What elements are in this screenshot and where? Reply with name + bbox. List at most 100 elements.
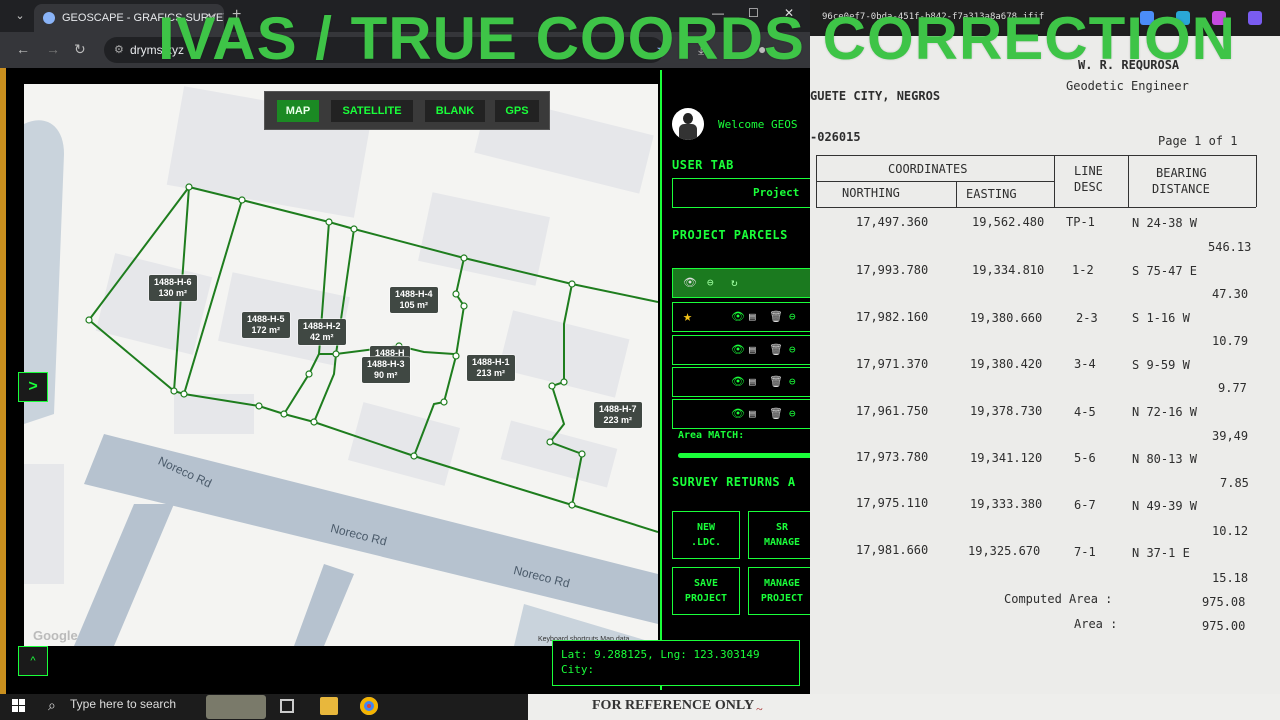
back-icon[interactable]: ← (16, 41, 30, 57)
minus-circle-icon[interactable]: ⊖ (789, 375, 796, 389)
vertex[interactable] (325, 218, 333, 226)
app-icon[interactable] (1248, 11, 1262, 25)
vertex[interactable] (255, 402, 263, 410)
bearing-cell: S 1-16 W (1132, 311, 1190, 325)
vertex[interactable] (350, 225, 358, 233)
parcel-label-1488-H-3[interactable]: 1488-H-3 90 m² (362, 357, 410, 383)
map-toggle-blank[interactable]: BLANK (425, 100, 485, 122)
task-view-icon[interactable] (280, 699, 294, 713)
document-icon[interactable]: ▤ (749, 375, 756, 389)
minus-circle-icon[interactable]: ⊖ (789, 310, 796, 324)
vertex[interactable] (548, 382, 556, 390)
parcel-label-1488-H-1[interactable]: 1488-H-1 213 m² (467, 355, 515, 381)
parcel-label-1488-H-2[interactable]: 1488-H-2 42 m² (298, 319, 346, 345)
northing-cell: 17,497.360 (856, 215, 929, 229)
computed-area-label: Computed Area : (1004, 592, 1113, 606)
signature-scribble: ~ (756, 702, 763, 716)
vertex[interactable] (546, 438, 554, 446)
file-explorer-icon[interactable] (320, 697, 338, 715)
taskbar-widget-thumbnail[interactable] (206, 695, 266, 719)
eye-icon[interactable]: 👁 (683, 276, 697, 290)
parcel-id: 1488-H-2 (303, 321, 341, 331)
vertex[interactable] (305, 370, 313, 378)
minus-circle-icon[interactable]: ⊖ (789, 407, 796, 421)
refresh-icon[interactable]: ↻ (731, 276, 738, 290)
search-icon[interactable]: ⌕ (48, 697, 56, 714)
save-project-button[interactable]: SAVE PROJECT (672, 567, 740, 615)
windows-start-icon[interactable] (12, 699, 26, 713)
parcel-id: 1488-H-3 (367, 359, 405, 369)
eye-icon[interactable]: 👁 (731, 343, 745, 357)
reload-icon[interactable]: ↻ (74, 41, 86, 58)
map-toggle-map[interactable]: MAP (277, 100, 319, 122)
easting-cell: 19,341.120 (970, 451, 1043, 465)
vertex[interactable] (185, 183, 193, 191)
vertex[interactable] (440, 398, 448, 406)
vertex[interactable] (452, 290, 460, 298)
parcel-label-1488-H-7[interactable]: 1488-H-7 223 m² (594, 402, 642, 428)
tab-list-icon[interactable]: ⌄ (10, 7, 30, 25)
coordinates-header: COORDINATES (888, 162, 968, 176)
map-type-toggle: MAP SATELLITE BLANK GPS (264, 91, 550, 130)
vertex[interactable] (310, 418, 318, 426)
vertex[interactable] (560, 378, 568, 386)
parcel-row[interactable]: 👁 ▤ 🗑 ⊖ (672, 335, 810, 365)
eye-icon[interactable]: 👁 (731, 310, 745, 324)
side-panel: Welcome GEOS USER TAB Project PROJECT PA… (660, 70, 810, 690)
engineer-title: Geodetic Engineer (1066, 79, 1189, 93)
trash-icon[interactable]: 🗑 (769, 310, 783, 324)
chrome-icon[interactable] (360, 697, 378, 715)
star-icon[interactable]: ★ (683, 309, 692, 324)
manage-project-button[interactable]: MANAGE PROJECT (748, 567, 810, 615)
parcel-label-1488-H-5[interactable]: 1488-H-5 172 m² (242, 312, 290, 338)
vertex[interactable] (460, 254, 468, 262)
parcel-id: 1488-H-4 (395, 289, 433, 299)
vertex[interactable] (180, 390, 188, 398)
line-cell: 3-4 (1074, 357, 1096, 371)
avatar[interactable] (672, 108, 704, 140)
vertex[interactable] (568, 501, 576, 509)
computed-area-value: 975.08 (1202, 595, 1246, 609)
document-icon[interactable]: ▤ (749, 407, 756, 421)
map-view[interactable]: Noreco Rd Noreco Rd Noreco Rd (24, 84, 658, 646)
area-match-progress (678, 453, 810, 458)
taskbar-search-input[interactable]: Type here to search (70, 697, 176, 711)
parcel-area: 213 m² (476, 368, 506, 378)
vertex[interactable] (170, 387, 178, 395)
new-ldc-button[interactable]: NEW .LDC. (672, 511, 740, 559)
parcel-label-1488-H-4[interactable]: 1488-H-4 105 m² (390, 287, 438, 313)
parcel-label-1488-H-6[interactable]: 1488-H-6 130 m² (149, 275, 197, 301)
eye-icon[interactable]: 👁 (731, 407, 745, 421)
parcel-row[interactable]: 👁 ▤ 🗑 ⊖ (672, 367, 810, 397)
vertex[interactable] (452, 352, 460, 360)
vertex[interactable] (578, 450, 586, 458)
trash-icon[interactable]: 🗑 (769, 375, 783, 389)
survey-returns-heading: SURVEY RETURNS A (672, 475, 796, 489)
vertex[interactable] (460, 302, 468, 310)
sr-manage-button[interactable]: SR MANAGE (748, 511, 810, 559)
forward-icon[interactable]: → (46, 41, 60, 57)
trash-icon[interactable]: 🗑 (769, 407, 783, 421)
site-settings-icon[interactable]: ⚙ (114, 37, 124, 63)
expand-right-button[interactable]: > (18, 372, 48, 402)
parcel-row[interactable]: ★ 👁 ▤ 🗑 ⊖ (672, 302, 810, 332)
document-icon[interactable]: ▤ (749, 310, 756, 324)
line-cell: 5-6 (1074, 451, 1096, 465)
project-button[interactable]: Project (672, 178, 810, 208)
map-toggle-satellite[interactable]: SATELLITE (331, 100, 413, 122)
vertex[interactable] (280, 410, 288, 418)
vertex[interactable] (85, 316, 93, 324)
map-canvas: Noreco Rd Noreco Rd Noreco Rd (24, 86, 658, 646)
vertex[interactable] (238, 196, 246, 204)
expand-up-button[interactable]: ^ (18, 646, 48, 676)
eye-icon[interactable]: 👁 (731, 375, 745, 389)
map-toggle-gps[interactable]: GPS (495, 100, 539, 122)
parcel-row[interactable]: 👁 ▤ 🗑 ⊖ (672, 399, 810, 429)
minus-circle-icon[interactable]: ⊖ (707, 276, 714, 290)
document-icon[interactable]: ▤ (749, 343, 756, 357)
minus-circle-icon[interactable]: ⊖ (789, 343, 796, 357)
vertex[interactable] (410, 452, 418, 460)
trash-icon[interactable]: 🗑 (769, 343, 783, 357)
vertex[interactable] (332, 350, 340, 358)
vertex[interactable] (568, 280, 576, 288)
